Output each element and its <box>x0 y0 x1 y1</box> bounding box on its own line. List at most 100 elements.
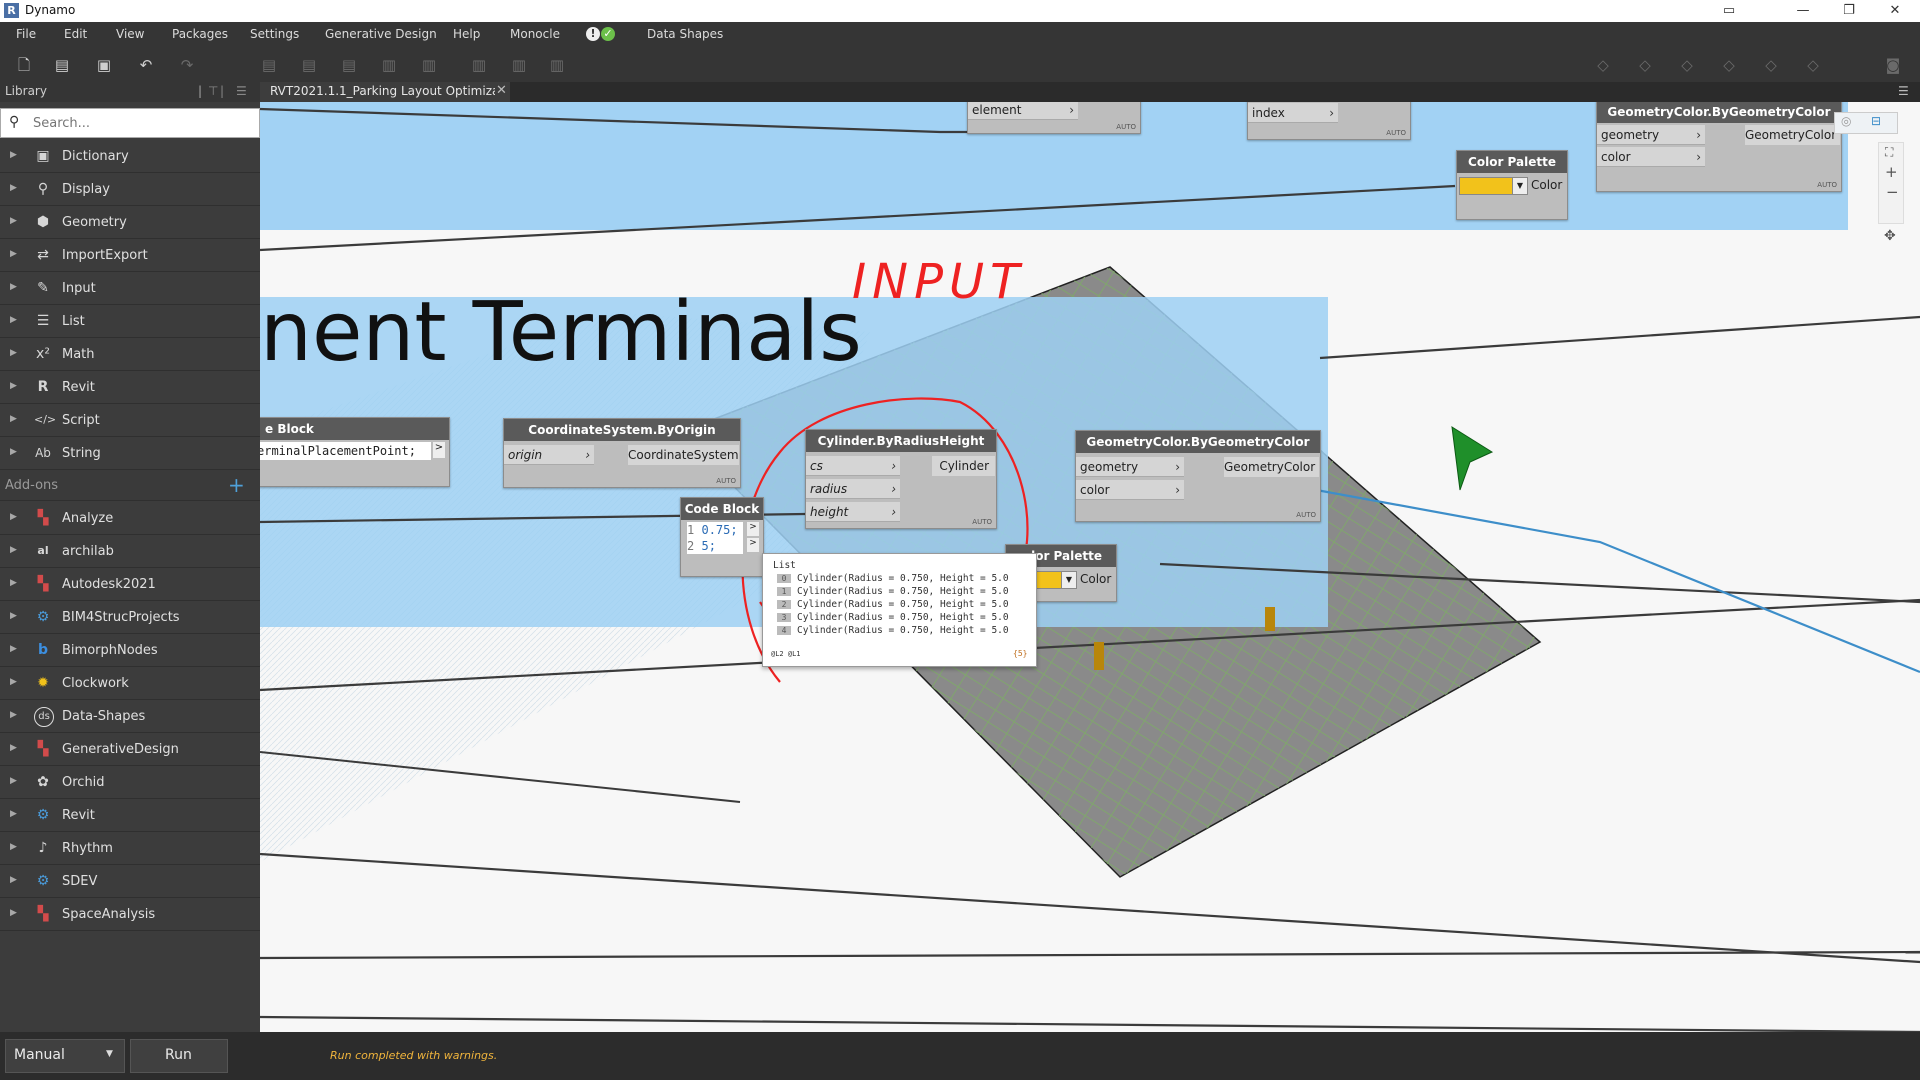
color-input-port[interactable]: color › <box>1076 480 1184 500</box>
view-cube-top-icon[interactable]: ◇ <box>1636 56 1654 74</box>
library-category-math[interactable]: ▶ x² Math <box>0 338 260 371</box>
new-file-icon[interactable]: 🗋 <box>15 56 33 74</box>
add-package-icon[interactable]: + <box>228 473 245 497</box>
menu-packages[interactable]: Packages <box>172 27 228 41</box>
view-cube-front-icon[interactable]: ◇ <box>1594 56 1612 74</box>
minimize-button[interactable]: — <box>1780 0 1826 22</box>
node-preview-bubble[interactable]: List 0 Cylinder(Radius = 0.750, Height = … <box>762 553 1037 667</box>
addon-rhythm[interactable]: ▶ ♪ Rhythm <box>0 832 260 865</box>
search-input[interactable] <box>31 112 255 134</box>
output-port-1[interactable]: > <box>747 522 759 536</box>
align-bottom-icon[interactable]: ▥ <box>470 56 488 74</box>
align-center-icon[interactable]: ▤ <box>300 56 318 74</box>
save-icon[interactable]: ▣ <box>95 56 113 74</box>
run-mode-dropdown[interactable]: Manual ▼ <box>5 1039 125 1073</box>
camera-icon[interactable]: ◙ <box>1884 56 1902 74</box>
color-output-port[interactable]: Color <box>1531 175 1565 195</box>
run-button[interactable]: Run <box>130 1039 228 1073</box>
addon-data-shapes[interactable]: ▶ ds Data-Shapes <box>0 700 260 733</box>
code-editor[interactable]: erminalPlacementPoint; <box>260 442 431 460</box>
close-button[interactable]: ✕ <box>1872 0 1918 22</box>
geometry-view-icon[interactable]: ◎ <box>1841 114 1851 128</box>
restore-view-icon[interactable]: ▭ <box>1706 0 1752 22</box>
workspace-tab[interactable]: RVT2021.1.1_Parking Layout Optimizati ✕ <box>260 82 510 102</box>
geometry-input-port[interactable]: geometry › <box>1076 457 1184 477</box>
addon-generativedesign[interactable]: ▶ ▚ GenerativeDesign <box>0 733 260 766</box>
menu-file[interactable]: File <box>16 27 36 41</box>
view-cube-back-icon[interactable]: ◇ <box>1762 56 1780 74</box>
node-top-index[interactable]: index › AUTO <box>1247 102 1411 140</box>
library-category-list[interactable]: ▶ ☰ List <box>0 305 260 338</box>
library-search[interactable]: ⚲ <box>0 108 260 138</box>
library-category-geometry[interactable]: ▶ ⬢ Geometry <box>0 206 260 239</box>
close-tab-icon[interactable]: ✕ <box>496 83 507 98</box>
geometrycolor-output-port[interactable]: GeometryColor <box>1224 457 1319 477</box>
color-input-port[interactable]: color › <box>1597 147 1705 167</box>
zoom-out-icon[interactable]: − <box>1886 183 1899 201</box>
color-output-port[interactable]: Color <box>1080 569 1114 589</box>
dropdown-arrow-icon[interactable]: ▼ <box>1512 177 1528 195</box>
maximize-button[interactable]: ❐ <box>1826 0 1872 22</box>
view-cube-left-icon[interactable]: ◇ <box>1678 56 1696 74</box>
code-editor[interactable]: 1 0.75; 2 5; <box>687 522 743 554</box>
addon-bimorphnodes[interactable]: ▶ b BimorphNodes <box>0 634 260 667</box>
undo-icon[interactable]: ↶ <box>137 56 155 74</box>
output-port-2[interactable]: > <box>747 538 759 552</box>
radius-input-port[interactable]: radius › <box>806 479 900 499</box>
cs-input-port[interactable]: cs › <box>806 456 900 476</box>
node-geometrycolor-top[interactable]: GeometryColor.ByGeometryColor geometry › … <box>1596 102 1842 192</box>
menu-view[interactable]: View <box>116 27 144 41</box>
align-right-icon[interactable]: ▤ <box>340 56 358 74</box>
status-ok-icon[interactable]: ✓ <box>601 27 615 41</box>
tab-menu-icon[interactable]: ☰ <box>1898 84 1909 98</box>
cylinder-output-port[interactable]: Cylinder <box>932 456 995 476</box>
node-code-block-left[interactable]: e Block erminalPlacementPoint; > <box>260 417 450 487</box>
redo-icon[interactable]: ↷ <box>178 56 196 74</box>
align-top-icon[interactable]: ▥ <box>380 56 398 74</box>
view-cube-right-icon[interactable]: ◇ <box>1720 56 1738 74</box>
addon-orchid[interactable]: ▶ ✿ Orchid <box>0 766 260 799</box>
library-view-icon[interactable]: | <box>220 84 224 98</box>
addon-sdev[interactable]: ▶ ⚙ SDEV <box>0 865 260 898</box>
view-toggle[interactable]: ◎ ⊟ <box>1834 112 1898 134</box>
addon-clockwork[interactable]: ▶ ✹ Clockwork <box>0 667 260 700</box>
output-port[interactable]: > <box>433 442 445 458</box>
addon-analyze[interactable]: ▶ ▚ Analyze <box>0 502 260 535</box>
filter-icon[interactable]: ⊤ <box>208 84 218 98</box>
addon-autodesk2021[interactable]: ▶ ▚ Autodesk2021 <box>0 568 260 601</box>
library-category-revit[interactable]: ▶ R Revit <box>0 371 260 404</box>
library-category-dictionary[interactable]: ▶ ▣ Dictionary <box>0 140 260 173</box>
index-input-port[interactable]: index › <box>1248 103 1338 123</box>
menu-help[interactable]: Help <box>453 27 480 41</box>
addon-bim4strucprojects[interactable]: ▶ ⚙ BIM4StrucProjects <box>0 601 260 634</box>
node-coordinatesystem-byorigin[interactable]: CoordinateSystem.ByOrigin origin › Coordi… <box>503 418 741 488</box>
menu-generative-design[interactable]: Generative Design <box>325 27 437 41</box>
geometrycolor-output-port[interactable]: GeometryColor <box>1745 125 1840 145</box>
node-color-palette-top[interactable]: Color Palette ▼ Color <box>1456 150 1568 220</box>
library-category-input[interactable]: ▶ ✎ Input <box>0 272 260 305</box>
menu-settings[interactable]: Settings <box>250 27 299 41</box>
library-menu-icon[interactable]: ☰ <box>236 84 247 98</box>
element-input-port[interactable]: element › <box>968 102 1078 120</box>
addon-revit[interactable]: ▶ ⚙ Revit <box>0 799 260 832</box>
node-geometrycolor-mid[interactable]: GeometryColor.ByGeometryColor geometry › … <box>1075 430 1321 522</box>
warning-icon[interactable]: ! <box>586 27 600 41</box>
menu-data-shapes[interactable]: Data Shapes <box>647 27 723 41</box>
origin-input-port[interactable]: origin › <box>504 445 594 465</box>
height-input-port[interactable]: height › <box>806 502 900 522</box>
graph-view-icon[interactable]: ⊟ <box>1871 114 1881 128</box>
addon-archilab[interactable]: ▶ al archilab <box>0 535 260 568</box>
distribute-vertical-icon[interactable]: ▥ <box>548 56 566 74</box>
graph-canvas[interactable]: nent Terminals INPUT element › AUTO index… <box>260 102 1920 1032</box>
node-code-block[interactable]: Code Block 1 0.75; 2 5; > > <box>680 497 764 577</box>
node-top-element[interactable]: element › AUTO <box>967 102 1141 134</box>
library-category-importexport[interactable]: ▶ ⇄ ImportExport <box>0 239 260 272</box>
node-cylinder-byradiusheight[interactable]: Cylinder.ByRadiusHeight cs › radius › heig… <box>805 429 997 529</box>
library-category-display[interactable]: ▶ ⚲ Display <box>0 173 260 206</box>
zoom-in-icon[interactable]: + <box>1885 163 1898 181</box>
align-middle-icon[interactable]: ▥ <box>420 56 438 74</box>
library-category-string[interactable]: ▶ Ab String <box>0 437 260 470</box>
dropdown-arrow-icon[interactable]: ▼ <box>1061 571 1077 589</box>
menu-monocle[interactable]: Monocle <box>510 27 560 41</box>
geometry-input-port[interactable]: geometry › <box>1597 125 1705 145</box>
